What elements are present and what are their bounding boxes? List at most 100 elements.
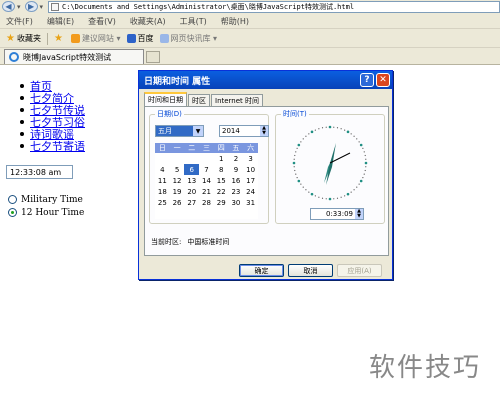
clock-tick <box>336 197 339 199</box>
chevron-down-icon[interactable]: ▼ <box>193 126 203 136</box>
clock-tick <box>364 154 366 157</box>
clock-tick <box>305 135 307 137</box>
spin-arrows-icon[interactable]: ▲ ▼ <box>355 209 363 219</box>
calendar-day[interactable]: 25 <box>155 197 170 208</box>
date-time-properties-dialog: 日期和时间 属性 ? ✕ 时间和日期 时区 Internet 时间 日期(D) … <box>138 70 393 280</box>
ok-button[interactable]: 确定 <box>239 264 284 277</box>
calendar-day[interactable]: 15 <box>214 175 229 186</box>
tab-time-zone[interactable]: 时区 <box>188 94 210 106</box>
help-button[interactable]: ? <box>360 73 374 87</box>
browser-tab[interactable]: 晓博JavaScript特效测试 <box>4 49 144 64</box>
favorites-button[interactable]: ★ 收藏夹 <box>6 33 41 44</box>
clock-tick <box>293 158 295 160</box>
calendar-day[interactable]: 11 <box>155 175 170 186</box>
calendar-day[interactable]: 5 <box>170 164 185 175</box>
calendar-day[interactable]: 16 <box>229 175 244 186</box>
calendar-day[interactable]: 28 <box>199 197 214 208</box>
link-messages[interactable]: 七夕节寄语 <box>30 138 85 154</box>
calendar-empty-cell <box>155 153 170 164</box>
cancel-button[interactable]: 取消 <box>288 264 333 277</box>
calendar-day[interactable]: 7 <box>199 164 214 175</box>
menu-view[interactable]: 查看(V) <box>88 16 116 27</box>
baidu-link[interactable]: 百度 <box>126 33 154 44</box>
tab-panel: 日期(D) 五月 ▼ 2014 ▲ ▼ 日一二三四五六 1 2 3 4 5 6 7 8 9 10 11… <box>144 106 389 256</box>
calendar-day[interactable]: 24 <box>243 186 258 197</box>
date-group: 日期(D) 五月 ▼ 2014 ▲ ▼ 日一二三四五六 1 2 3 4 5 6 7 8 9 10 11… <box>149 109 269 224</box>
calendar-day[interactable]: 30 <box>229 197 244 208</box>
calendar-empty-cell <box>229 208 244 219</box>
time-value: 0:33:09 <box>326 210 353 218</box>
calendar-day[interactable]: 26 <box>170 197 185 208</box>
calendar-day[interactable]: 1 <box>214 153 229 164</box>
weekday-label: 六 <box>247 144 255 152</box>
add-favorite-button[interactable]: ★ <box>54 33 65 44</box>
address-text: C:\Documents and Settings\Administrator\… <box>62 2 355 11</box>
calendar-day[interactable]: 14 <box>199 175 214 186</box>
menu-help[interactable]: 帮助(H) <box>221 16 249 27</box>
menu-tools[interactable]: 工具(T) <box>180 16 207 27</box>
tab-date-time[interactable]: 时间和日期 <box>144 92 187 106</box>
forward-icon[interactable]: ▶ <box>24 1 38 12</box>
calendar-day[interactable]: 6 <box>184 164 200 175</box>
calendar-empty-cell <box>214 208 229 219</box>
calendar-day[interactable]: 4 <box>155 164 170 175</box>
military-time-option[interactable]: Military Time <box>8 193 84 206</box>
calendar-day[interactable]: 29 <box>214 197 229 208</box>
calendar-day[interactable]: 13 <box>184 175 199 186</box>
new-tab-button[interactable] <box>146 50 160 63</box>
calendar-day[interactable]: 18 <box>155 186 170 197</box>
favorites-label: 收藏夹 <box>16 34 41 43</box>
address-row: ◀ ▾ ▶ ▾ C:\Documents and Settings\Admini… <box>0 0 500 13</box>
calendar-day[interactable]: 27 <box>184 197 199 208</box>
back-dropdown-icon[interactable]: ▾ <box>17 3 21 11</box>
calendar-day[interactable]: 21 <box>199 186 214 197</box>
12-hour-time-option[interactable]: 12 Hour Time <box>8 206 84 219</box>
tab-internet-time[interactable]: Internet 时间 <box>211 94 264 106</box>
apply-button[interactable]: 应用(A) <box>337 264 382 277</box>
calendar-empty-cell <box>199 208 214 219</box>
calendar-day[interactable]: 23 <box>229 186 244 197</box>
address-bar[interactable]: C:\Documents and Settings\Administrator\… <box>48 0 500 13</box>
calendar-day[interactable]: 2 <box>229 153 244 164</box>
calendar-day[interactable]: 19 <box>170 186 185 197</box>
time-display-field[interactable]: 12:33:08 am <box>6 165 73 179</box>
calendar-day[interactable]: 3 <box>243 153 258 164</box>
calendar-day[interactable]: 22 <box>214 186 229 197</box>
military-time-radio[interactable] <box>8 195 17 204</box>
calendar: 日一二三四五六 1 2 3 4 5 6 7 8 9 10 11 12 13 14 15 16 17 18 19 20 2… <box>155 143 258 219</box>
calendar-day[interactable]: 9 <box>229 164 244 175</box>
menu-edit[interactable]: 编辑(E) <box>47 16 74 27</box>
12-hour-time-radio[interactable] <box>8 208 17 217</box>
month-select[interactable]: 五月 ▼ <box>155 125 204 137</box>
suggested-sites-icon <box>70 34 80 43</box>
weekday-label: 四 <box>217 144 225 152</box>
clock-tick <box>359 179 363 183</box>
calendar-empty-cell <box>199 153 214 164</box>
calendar-day[interactable]: 17 <box>243 175 258 186</box>
calendar-day[interactable]: 20 <box>184 186 199 197</box>
close-button[interactable]: ✕ <box>376 73 390 87</box>
back-icon[interactable]: ◀ <box>2 1 15 12</box>
dialog-titlebar[interactable]: 日期和时间 属性 ? ✕ <box>139 71 392 89</box>
menu-file[interactable]: 文件(F) <box>6 16 33 27</box>
year-spinner[interactable]: 2014 ▲ ▼ <box>219 125 269 137</box>
calendar-day[interactable]: 31 <box>243 197 258 208</box>
current-time-zone: 当前时区: 中国标准时间 <box>151 237 229 247</box>
time-spinner[interactable]: 0:33:09 ▲ ▼ <box>310 208 364 220</box>
spin-arrows-icon[interactable]: ▲ ▼ <box>260 126 268 136</box>
menu-favorites[interactable]: 收藏夹(A) <box>130 16 166 27</box>
clock-tick <box>365 166 367 168</box>
weekday-label: 五 <box>232 144 240 152</box>
clock-tick <box>302 186 304 188</box>
calendar-day[interactable]: 10 <box>243 164 258 175</box>
web-slice-gallery-link[interactable]: 网页快讯库 ▾ <box>159 33 217 44</box>
forward-dropdown-icon[interactable]: ▾ <box>40 3 44 11</box>
calendar-weekdays: 日一二三四五六 <box>155 143 258 153</box>
nav-list: 首页 七夕简介 七夕节传说 七夕节习俗 诗词歌谣 七夕节寄语 <box>20 80 85 154</box>
12-hour-time-label: 12 Hour Time <box>21 207 85 218</box>
suggested-sites-link[interactable]: 建议网站 ▾ <box>70 33 121 44</box>
clock-tick <box>300 183 302 185</box>
calendar-day[interactable]: 8 <box>214 164 229 175</box>
calendar-day[interactable]: 12 <box>170 175 185 186</box>
calendar-empty-cell <box>184 208 199 219</box>
